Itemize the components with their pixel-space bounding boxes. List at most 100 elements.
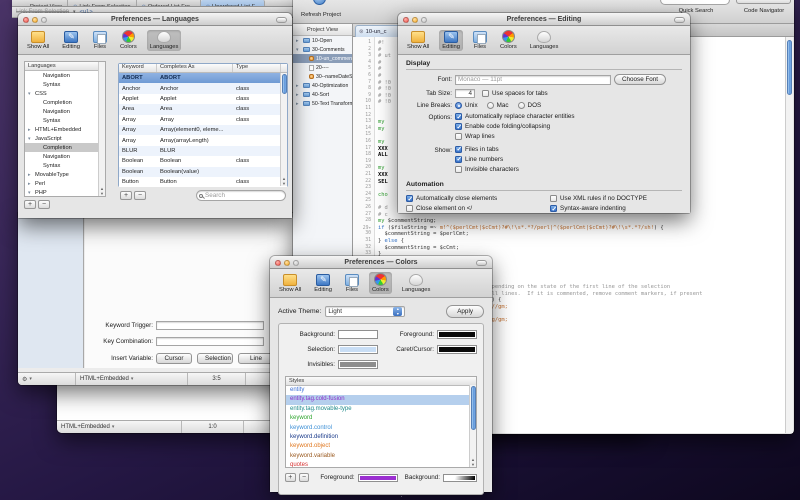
minimize-button[interactable]	[412, 17, 418, 23]
checkbox[interactable]	[482, 90, 489, 97]
table-row[interactable]: AppletAppletclass	[119, 94, 287, 104]
scrollbar-thumb[interactable]	[471, 386, 477, 430]
keyword-trigger-input[interactable]	[156, 321, 264, 330]
scrollbar-thumb[interactable]	[282, 74, 288, 94]
checkbox[interactable]	[406, 205, 413, 212]
style-row-keyword-variable[interactable]: keyword.variable	[286, 452, 476, 461]
sidebar-item-syntax[interactable]: Syntax	[25, 116, 105, 125]
zoom-button[interactable]	[293, 260, 299, 266]
style-row-keyword-control[interactable]: keyword.control	[286, 424, 476, 433]
refresh-project-icon[interactable]	[313, 0, 326, 5]
titlebar[interactable]: Preferences — Languages	[18, 13, 292, 26]
toolbar-item-colors[interactable]: Colors	[497, 29, 520, 51]
table-row[interactable]: ButtonButtonclass	[119, 177, 287, 187]
radio-button[interactable]	[518, 102, 525, 109]
checkbox-row-syntax-aware-indenting[interactable]: Syntax-aware indenting	[550, 205, 682, 212]
table-row[interactable]: BooleanBooleanclass	[119, 156, 287, 166]
tree-item-20-[interactable]: 20----	[293, 63, 352, 72]
radio-dos[interactable]: DOS	[518, 102, 542, 109]
language-popup[interactable]: HTML+Embedded ▾	[57, 421, 182, 433]
toolbar-item-files[interactable]: Files	[342, 273, 362, 294]
favorites-tab[interactable]: ⊙Link From Selection	[68, 0, 136, 7]
checkbox[interactable]	[455, 166, 462, 173]
radio-button[interactable]	[487, 102, 494, 109]
disclosure-triangle[interactable]: ▸	[28, 181, 33, 187]
toolbar-item-languages[interactable]: Languages	[399, 273, 434, 294]
toolbar-toggle-button[interactable]	[276, 17, 287, 23]
disclosure-triangle[interactable]: ▾	[296, 47, 301, 53]
sidebar-item-completion[interactable]: Completion	[25, 143, 105, 152]
disclosure-triangle[interactable]: ▸	[296, 83, 301, 89]
insert-variable-button-cursor[interactable]: Cursor	[156, 353, 192, 364]
style-row-keyword-definition[interactable]: keyword.definition	[286, 433, 476, 442]
toolbar-item-languages[interactable]: Languages	[147, 30, 182, 51]
checkbox-row-files-in-tabs[interactable]: Files in tabs	[455, 146, 519, 153]
tree-item-10-un-comment[interactable]: 10-un_comment	[293, 54, 352, 63]
checkbox[interactable]	[455, 156, 462, 163]
tab-size-field[interactable]: 4	[455, 89, 475, 98]
disclosure-triangle[interactable]: ▾	[28, 190, 33, 196]
scrollbar-thumb[interactable]	[787, 40, 793, 95]
checkbox[interactable]	[550, 205, 557, 212]
sidebar-item-navigation[interactable]: Navigation	[25, 71, 105, 80]
checkbox-row-enable-code-folding-collapsing[interactable]: Enable code folding/collapsing	[455, 123, 575, 130]
toolbar-item-editing[interactable]: Editing	[439, 30, 463, 51]
checkbox-row-use-xml-rules-if-no-doctype[interactable]: Use XML rules if no DOCTYPE	[550, 195, 682, 202]
tree-item-40-optimization[interactable]: ▸40-Optimization	[293, 81, 352, 90]
color-well[interactable]	[437, 345, 477, 354]
titlebar[interactable]: Preferences — Editing	[398, 13, 690, 26]
styles-scrollbar[interactable]: ▲▼	[469, 385, 476, 467]
add-language-button[interactable]: +	[24, 200, 36, 209]
minimize-button[interactable]	[32, 17, 38, 23]
style-row-quotes[interactable]: quotes	[286, 461, 476, 468]
disclosure-triangle[interactable]: ▸	[296, 101, 301, 107]
checkbox-row-close-element-on-[interactable]: Close element on </	[406, 205, 546, 212]
toolbar-item-editing[interactable]: Editing	[311, 273, 335, 294]
checkbox[interactable]	[455, 123, 462, 130]
style-row-entity-tag-cold-fusion[interactable]: entity.tag.cold-fusion	[286, 395, 476, 404]
favorites-tab[interactable]: Project View	[25, 0, 68, 7]
keyword-search-field[interactable]: Search	[196, 190, 286, 201]
tree-item-10-open[interactable]: ▸10-Open	[293, 36, 352, 45]
radio-mac[interactable]: Mac	[487, 102, 509, 109]
toolbar-item-files[interactable]: Files	[90, 30, 110, 51]
sidebar-item-perl[interactable]: ▸Perl	[25, 179, 105, 188]
radio-unix[interactable]: Unix	[455, 102, 478, 109]
disclosure-triangle[interactable]: ▸	[296, 38, 301, 44]
project-sidebar-header[interactable]: Project View	[293, 24, 352, 36]
sidebar-item-php[interactable]: ▾PHP	[25, 188, 105, 197]
zoom-button[interactable]	[421, 17, 427, 23]
style-row-keyword[interactable]: keyword	[286, 414, 476, 423]
sidebar-item-completion[interactable]: Completion	[25, 98, 105, 107]
favorites-tab[interactable]: ⊙Unordered List F...	[201, 0, 266, 7]
disclosure-triangle[interactable]: ▸	[296, 92, 301, 98]
checkbox[interactable]	[455, 113, 462, 120]
add-style-button[interactable]: +	[285, 473, 296, 482]
close-button[interactable]	[23, 17, 29, 23]
toolbar-item-show-all[interactable]: Show All	[404, 30, 432, 51]
column-header-completes-as[interactable]: Completes As	[157, 64, 233, 72]
choose-font-button[interactable]: Choose Font	[614, 74, 666, 85]
toolbar-item-show-all[interactable]: Show All	[24, 30, 52, 51]
sidebar-item-syntax[interactable]: Syntax	[25, 161, 105, 170]
remove-keyword-button[interactable]: −	[134, 191, 146, 200]
key-combination-input[interactable]	[156, 337, 264, 346]
sidebar-item-movabletype[interactable]: ▸MovableType	[25, 170, 105, 179]
radio-button[interactable]	[455, 102, 462, 109]
language-popup[interactable]: HTML+Embedded ▾	[76, 373, 188, 385]
toolbar-item-files[interactable]: Files	[470, 30, 490, 51]
gear-menu[interactable]: ⚙ ▾	[18, 373, 76, 385]
style-foreground-well[interactable]	[358, 474, 398, 482]
checkbox[interactable]	[455, 133, 462, 140]
disclosure-triangle[interactable]: ▾	[28, 136, 33, 142]
table-row[interactable]: ABORTABORT	[119, 73, 287, 83]
disclosure-triangle[interactable]: ▾	[28, 91, 33, 97]
keyword-table-scrollbar[interactable]: ▲▼	[280, 73, 287, 186]
apply-button[interactable]: Apply	[446, 305, 484, 318]
scroll-arrows[interactable]: ▲▼	[470, 458, 476, 467]
toolbar-item-colors[interactable]: Colors	[117, 29, 140, 51]
style-row-entity-tag-movable-type[interactable]: entity.tag.movable-type	[286, 405, 476, 414]
snippet-list-panel[interactable]	[18, 217, 84, 368]
fold-arrow-icon[interactable]: ▾	[369, 225, 371, 230]
table-row[interactable]: BLURBLUR	[119, 146, 287, 156]
